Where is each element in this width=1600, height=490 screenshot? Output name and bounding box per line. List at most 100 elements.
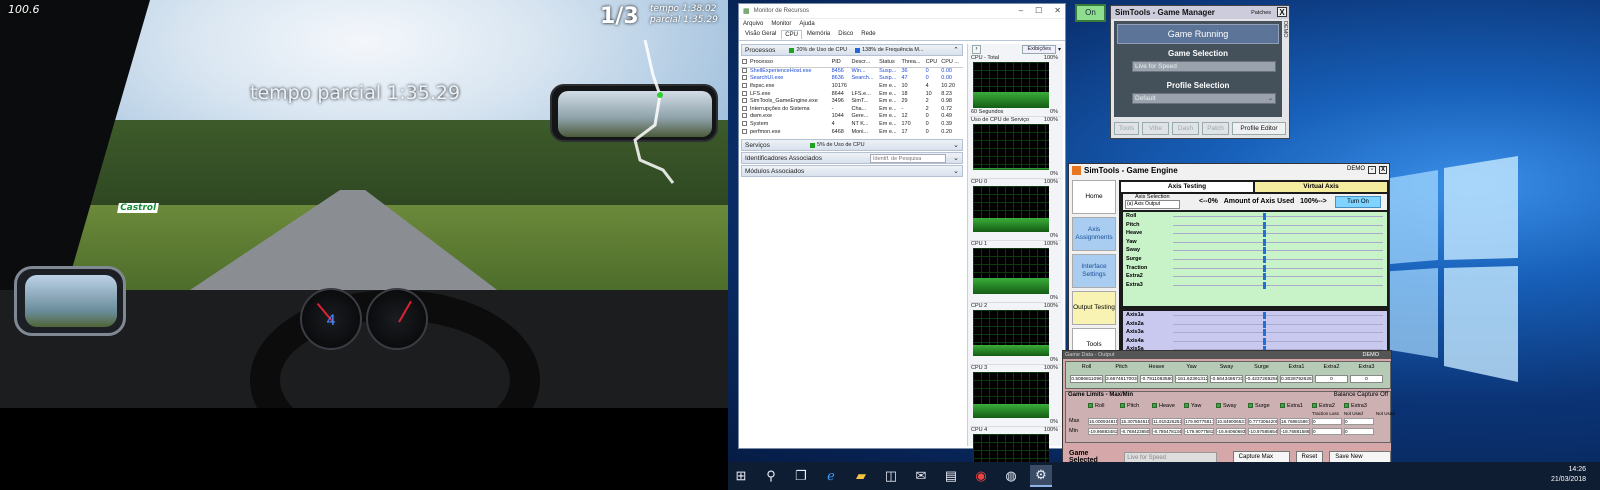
row-checkbox[interactable]: [742, 90, 747, 96]
axis-selection-dropdown[interactable]: (a) Axis Output: [1125, 200, 1180, 209]
search-icon[interactable]: ⚲: [760, 465, 782, 487]
limit-checkbox[interactable]: Surge: [1248, 402, 1278, 409]
sidebar-item-home[interactable]: Home: [1072, 180, 1116, 214]
expand-icon[interactable]: ⌄: [953, 167, 959, 175]
game-selection-field[interactable]: Live for Speed: [1132, 61, 1276, 72]
min-value[interactable]: -179.90775817: [1184, 428, 1214, 435]
services-section-header[interactable]: Serviços 5% de Uso de CPU ⌄: [741, 139, 963, 152]
close-icon[interactable]: X: [1379, 166, 1387, 174]
expand-icon[interactable]: ⌄: [953, 141, 959, 149]
col-cpu-avg[interactable]: CPU ...: [940, 57, 963, 68]
tools-button[interactable]: Tools: [1114, 122, 1139, 135]
balance-capture-toggle[interactable]: Balance Capture Off: [1334, 392, 1388, 398]
dash-button[interactable]: Dash: [1172, 122, 1199, 135]
max-value[interactable]: 11.915326252: [1152, 418, 1182, 425]
mail-icon[interactable]: ✉: [910, 465, 932, 487]
modules-section-header[interactable]: Módulos Associados ⌄: [741, 165, 963, 178]
profile-selection-dropdown[interactable]: Default ⌄: [1132, 93, 1276, 104]
tab-rede[interactable]: Rede: [858, 30, 878, 39]
sidebar-item-interface-settings[interactable]: Interface Settings: [1072, 254, 1116, 288]
tab-memoria[interactable]: Memória: [804, 30, 833, 39]
task-view-icon[interactable]: ❐: [790, 465, 812, 487]
min-value[interactable]: -10.9758565471: [1248, 428, 1278, 435]
close-icon[interactable]: ✕: [1054, 6, 1061, 15]
axis-slider-handle[interactable]: [1263, 221, 1266, 229]
limit-checkbox[interactable]: Extra1: [1280, 402, 1310, 409]
limit-checkbox[interactable]: Roll: [1088, 402, 1118, 409]
max-value[interactable]: 18.768815867: [1280, 418, 1310, 425]
simtools-taskbar-icon[interactable]: ⚙: [1030, 465, 1052, 487]
max-value[interactable]: 0.7773064208: [1248, 418, 1278, 425]
col-status[interactable]: Status: [878, 57, 901, 68]
row-checkbox[interactable]: [742, 105, 747, 111]
handles-section-header[interactable]: Identificadores Associados ⌄: [741, 152, 963, 165]
min-value[interactable]: -19.968834815: [1088, 428, 1118, 435]
sidebar-item-axis-assignments[interactable]: Axis Assignments: [1072, 217, 1116, 251]
col-threads[interactable]: Threa...: [900, 57, 925, 68]
patch-button[interactable]: Patch: [1202, 122, 1229, 135]
table-row[interactable]: ShellExperienceHost.exe 8456 Win... Susp...…: [741, 67, 963, 75]
axis-slider-handle[interactable]: [1263, 255, 1266, 263]
tab-visao-geral[interactable]: Visão Geral: [742, 30, 779, 39]
col-descr[interactable]: Descr...: [850, 57, 879, 68]
max-value[interactable]: 15.307554515: [1120, 418, 1150, 425]
dropdown-icon[interactable]: ▾: [1058, 46, 1061, 53]
taskbar-clock[interactable]: 14:26 21/03/2018: [1551, 465, 1586, 485]
row-checkbox[interactable]: [742, 128, 747, 134]
min-value[interactable]: -8.7684236500: [1120, 428, 1150, 435]
chevron-right-icon[interactable]: ›: [972, 45, 981, 54]
limit-checkbox[interactable]: Sway: [1216, 402, 1246, 409]
axis-slider-handle[interactable]: [1263, 247, 1266, 255]
output-titlebar[interactable]: Game Data - Output DEMO: [1063, 351, 1391, 359]
processes-section-header[interactable]: Processos 20% de Uso de CPU 138% de Freq…: [741, 44, 963, 56]
handles-search-input[interactable]: [870, 154, 946, 164]
on-button[interactable]: On: [1075, 4, 1106, 22]
menu-monitor[interactable]: Monitor: [771, 21, 791, 27]
row-checkbox[interactable]: [742, 113, 747, 119]
file-explorer-icon[interactable]: ▰: [850, 465, 872, 487]
table-row[interactable]: Interrupções do Sistema - Cha... Em e... -2 0…: [741, 105, 963, 113]
collapse-icon[interactable]: ⌃: [953, 46, 959, 54]
game-selected-field[interactable]: Live for Speed: [1124, 451, 1217, 463]
min-value[interactable]: 0: [1312, 428, 1342, 435]
turn-on-button[interactable]: Turn On: [1335, 196, 1381, 208]
col-pid[interactable]: PID: [830, 57, 851, 68]
sidebar-item-output-testing[interactable]: Output Testing: [1072, 291, 1116, 325]
axis-slider-handle[interactable]: [1263, 238, 1266, 246]
max-value[interactable]: 0: [1344, 418, 1374, 425]
limit-checkbox[interactable]: Extra2: [1312, 402, 1342, 409]
axis-slider-handle[interactable]: [1263, 230, 1266, 238]
col-cpu[interactable]: CPU: [924, 57, 941, 68]
axis-slider-handle[interactable]: [1263, 320, 1266, 328]
axis-slider-handle[interactable]: [1263, 312, 1266, 319]
game-manager-titlebar[interactable]: SimTools - Game Manager Patches X: [1111, 6, 1289, 19]
windows-start-icon[interactable]: ⊞: [730, 465, 752, 487]
min-value[interactable]: -8.7854781341: [1152, 428, 1182, 435]
table-row[interactable]: System 4 NT K... Em e... 170 0 0.39: [741, 120, 963, 128]
axis-slider-handle[interactable]: [1263, 337, 1266, 345]
row-checkbox[interactable]: [742, 75, 747, 81]
axis-slider-handle[interactable]: [1263, 213, 1266, 220]
table-row[interactable]: SimTools_GameEngine.exe 3496 SimT... Em e..…: [741, 97, 963, 105]
tab-virtual-axis[interactable]: Virtual Axis: [1255, 182, 1387, 192]
menu-arquivo[interactable]: Arquivo: [743, 21, 763, 27]
table-row[interactable]: LFS.exe 8644 LFS.e... Em e... 18 10 8.23: [741, 90, 963, 98]
limit-checkbox[interactable]: Heave: [1152, 402, 1182, 409]
store-icon[interactable]: ◫: [880, 465, 902, 487]
tab-axis-testing[interactable]: Axis Testing: [1121, 182, 1253, 192]
minimize-icon[interactable]: –: [1019, 6, 1023, 15]
axis-slider-handle[interactable]: [1263, 273, 1266, 281]
limit-checkbox[interactable]: Yaw: [1184, 402, 1214, 409]
row-checkbox[interactable]: [742, 68, 747, 74]
row-checkbox[interactable]: [742, 98, 747, 104]
max-value[interactable]: 0: [1312, 418, 1342, 425]
close-icon[interactable]: X: [1277, 7, 1287, 17]
vibe-button[interactable]: Vibe: [1142, 122, 1169, 135]
chrome-icon[interactable]: ◉: [970, 465, 992, 487]
col-processo[interactable]: Processo: [741, 57, 831, 68]
edge-browser-icon[interactable]: ℯ: [820, 465, 842, 487]
table-row[interactable]: lfspsc.exe 10176 Em e... 10 4 10.20: [741, 82, 963, 90]
table-row[interactable]: dwm.exe 1044 Gere... Em e... 12 0 0.49: [741, 113, 963, 121]
tab-disco[interactable]: Disco: [835, 30, 856, 39]
table-row[interactable]: perfmon.exe 6468 Moni... Em e... 17 0 0.20: [741, 128, 963, 136]
